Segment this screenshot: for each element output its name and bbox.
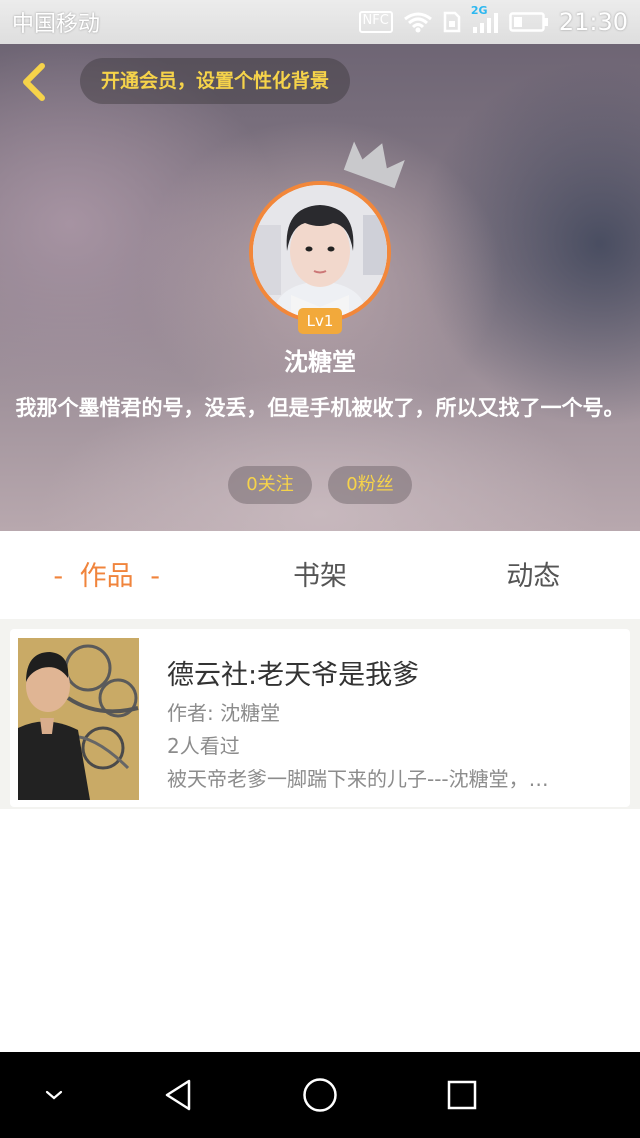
book-description: 被天帝老爹一脚踹下来的儿子---沈糖堂，… [167,767,549,791]
back-button[interactable] [16,60,52,104]
chevron-down-icon [45,1090,63,1100]
avatar-image [253,185,387,319]
hide-nav-button[interactable] [30,1052,78,1138]
book-author: 作者: 沈糖堂 [167,701,281,725]
tab-active-dash-left: - [53,561,64,592]
avatar[interactable] [249,181,391,323]
user-bio: 我那个墨惜君的号，没丢，但是手机被收了，所以又找了一个号。 [15,396,625,420]
book-cover [18,638,139,800]
square-recent-icon [447,1080,477,1110]
nav-home-button[interactable] [292,1052,348,1138]
profile-tabs: - 作品 - 书架 动态 [0,531,640,619]
network-type: 2G [471,4,499,34]
circle-home-icon [303,1078,337,1112]
tab-works[interactable]: - 作品 - [0,531,213,619]
crown-icon [343,141,405,189]
vip-background-banner[interactable]: 开通会员，设置个性化背景 [80,58,350,104]
chevron-left-icon [23,63,45,101]
clock: 21:30 [558,8,628,36]
book-title: 德云社:老天爷是我爹 [167,660,420,691]
sim-icon [443,11,461,33]
system-nav-bar [0,1052,640,1138]
nav-recent-button[interactable] [434,1052,490,1138]
username: 沈糖堂 [284,348,356,376]
status-icons: NFC 2G 21:30 [358,4,628,36]
status-bar: 中国移动 NFC 2G 21:30 [0,0,640,44]
tab-active-dash-right: - [150,561,160,592]
wifi-icon [403,12,432,33]
nav-back-button[interactable] [150,1052,206,1138]
tab-activity[interactable]: 动态 [427,531,640,619]
carrier-name: 中国移动 [12,12,101,37]
tab-activity-label: 动态 [506,561,561,592]
follow-count-button[interactable]: 0关注 [228,466,312,504]
profile-header: 开通会员，设置个性化背景 Lv1 沈糖堂 我那个墨惜君的号，没丢，但是手机被收了… [0,44,640,531]
book-cover-image [18,638,139,800]
level-badge: Lv1 [298,308,342,334]
tab-works-label: 作品 [79,561,134,592]
triangle-back-icon [165,1079,191,1111]
battery-icon [509,12,548,32]
nfc-icon: NFC [358,11,393,33]
book-card[interactable]: 德云社:老天爷是我爹 作者: 沈糖堂 2人看过 被天帝老爹一脚踹下来的儿子---… [10,629,630,807]
fans-count-button[interactable]: 0粉丝 [328,466,412,504]
tab-bookshelf[interactable]: 书架 [213,531,426,619]
book-view-count: 2人看过 [167,734,240,758]
tab-bookshelf-label: 书架 [292,561,347,592]
